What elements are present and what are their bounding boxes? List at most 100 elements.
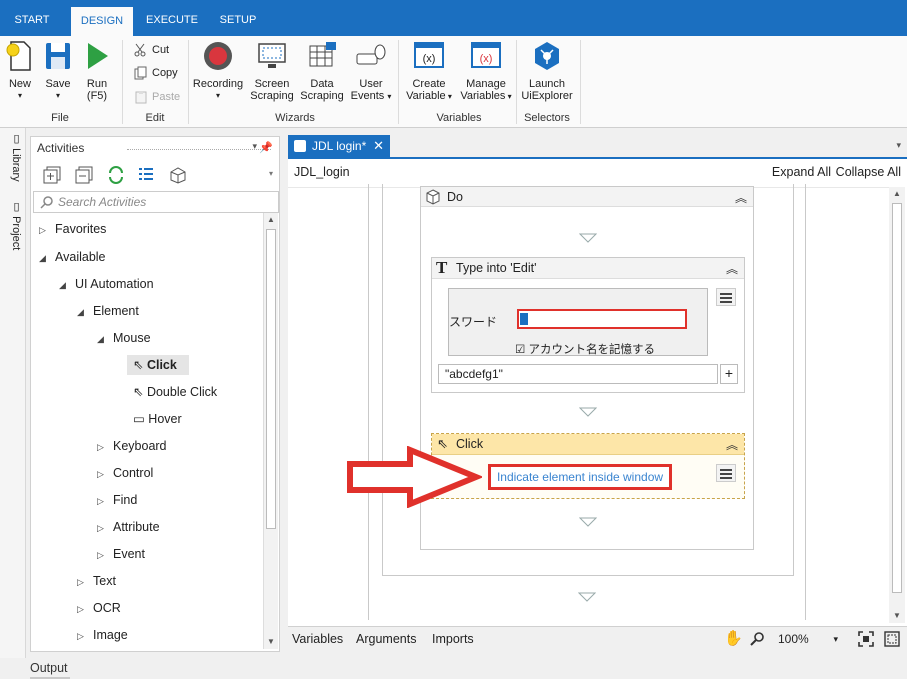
text-value-input[interactable]: "abcdefg1" bbox=[438, 364, 718, 384]
svg-text:(x): (x) bbox=[423, 53, 436, 65]
search-activities-input[interactable]: Search Activities bbox=[33, 191, 279, 213]
tree-node-ocr[interactable]: ▷ OCR bbox=[77, 598, 121, 618]
tab-execute[interactable]: EXECUTE bbox=[140, 6, 204, 36]
tree-node-available[interactable]: ◢ Available bbox=[39, 247, 106, 267]
variables-panel-tab[interactable]: Variables bbox=[292, 632, 343, 646]
flow-arrow-icon bbox=[578, 592, 596, 602]
collapse-chevron-icon[interactable]: ︽ bbox=[726, 436, 738, 453]
scroll-thumb[interactable] bbox=[266, 229, 276, 529]
svg-text:(x): (x) bbox=[480, 53, 493, 65]
tab-design[interactable]: DESIGN bbox=[70, 6, 134, 36]
project-tab[interactable]: ▯ Project bbox=[3, 200, 23, 250]
tree-node-ui-automation[interactable]: ◢ UI Automation bbox=[59, 274, 154, 294]
expand-all-icon[interactable] bbox=[43, 166, 61, 184]
designer-scrollbar[interactable]: ▲ ▼ bbox=[889, 187, 905, 623]
collapse-chevron-icon[interactable]: ︽ bbox=[735, 189, 747, 206]
breadcrumb[interactable]: JDL_login bbox=[294, 165, 350, 179]
tab-start[interactable]: START bbox=[6, 6, 58, 36]
tree-node-favorites[interactable]: ▷ Favorites bbox=[39, 219, 106, 239]
tree-node-attribute[interactable]: ▷ Attribute bbox=[97, 517, 160, 537]
tree-node-mouse[interactable]: ◢ Mouse bbox=[97, 328, 151, 348]
tree-node-image[interactable]: ▷ Image bbox=[77, 625, 128, 645]
save-button[interactable]: Save ▾ bbox=[42, 40, 74, 102]
scroll-up-icon[interactable]: ▲ bbox=[264, 213, 278, 227]
tree-node-find[interactable]: ▷ Find bbox=[97, 490, 137, 510]
zoom-select[interactable]: 100% ▾ bbox=[774, 629, 842, 649]
run-button[interactable]: Run (F5) bbox=[80, 40, 114, 102]
refresh-icon[interactable] bbox=[107, 166, 125, 184]
designer-canvas[interactable]: Do ︽ T Type into 'Edit' ︽ スワード ☑ アカウント名を… bbox=[288, 184, 889, 623]
tree-node-event[interactable]: ▷ Event bbox=[97, 544, 145, 564]
tree-node-text[interactable]: ▷ Text bbox=[77, 571, 116, 591]
copy-button[interactable]: Copy bbox=[134, 65, 178, 81]
manage-variables-label-1: Manage bbox=[466, 78, 506, 90]
add-expression-button[interactable]: + bbox=[720, 364, 738, 384]
user-events-button[interactable]: User Events ▾ bbox=[348, 40, 394, 103]
group-edit-label: Edit bbox=[145, 112, 165, 124]
double-cursor-icon: ⇖ bbox=[133, 385, 147, 399]
options-menu-icon[interactable] bbox=[716, 288, 736, 306]
recording-button[interactable]: Recording ▾ bbox=[192, 40, 244, 102]
tree-node-double-click[interactable]: ⇖ Double Click bbox=[133, 382, 217, 402]
collapse-icon: ◢ bbox=[77, 307, 84, 317]
fit-to-screen-icon[interactable] bbox=[858, 631, 874, 647]
create-variable-label-1: Create bbox=[412, 78, 446, 90]
toolbar-overflow-icon[interactable]: ▾ bbox=[269, 169, 273, 178]
new-button[interactable]: New ▾ bbox=[4, 40, 36, 102]
zoom-magnifier-icon[interactable] bbox=[750, 631, 766, 647]
panel-menu-icon[interactable]: ▾ bbox=[252, 141, 257, 152]
close-icon[interactable]: ✕ bbox=[373, 135, 384, 157]
monitor-icon bbox=[258, 43, 286, 68]
expand-icon: ▷ bbox=[77, 604, 84, 614]
collapse-chevron-icon[interactable]: ︽ bbox=[726, 260, 738, 277]
paste-button[interactable]: Paste bbox=[134, 89, 180, 105]
overview-icon[interactable] bbox=[884, 631, 900, 647]
scroll-down-icon[interactable]: ▼ bbox=[264, 635, 278, 649]
options-menu-icon[interactable] bbox=[716, 464, 736, 482]
output-tab[interactable]: Output bbox=[30, 661, 68, 675]
list-view-icon[interactable] bbox=[137, 166, 155, 184]
activities-scrollbar[interactable]: ▲ ▼ bbox=[263, 213, 278, 649]
screenshot-highlighted-field bbox=[517, 309, 687, 329]
manage-variables-button[interactable]: (x) Manage Variables ▾ bbox=[458, 40, 514, 103]
tree-node-control[interactable]: ▷ Control bbox=[97, 463, 153, 483]
launch-uiexplorer-button[interactable]: Launch UiExplorer bbox=[520, 40, 574, 102]
expand-icon: ▷ bbox=[97, 523, 104, 533]
tree-node-label: Hover bbox=[148, 412, 182, 426]
annotation-arrow-icon bbox=[347, 446, 482, 508]
create-variable-button[interactable]: (x) Create Variable ▾ bbox=[402, 40, 456, 103]
tree-node-keyboard[interactable]: ▷ Keyboard bbox=[97, 436, 167, 456]
screen-scraping-button[interactable]: Screen Scraping bbox=[248, 40, 296, 102]
tree-node-click[interactable]: ⇖ Click bbox=[127, 355, 189, 375]
data-scraping-button[interactable]: Data Scraping bbox=[298, 40, 346, 102]
tab-jdl-login[interactable]: JDL login* ✕ bbox=[288, 135, 390, 157]
collapse-all-link[interactable]: Collapse All bbox=[836, 165, 901, 179]
paste-icon bbox=[135, 91, 147, 104]
tree-node-element[interactable]: ◢ Element bbox=[77, 301, 139, 321]
indicate-element-link[interactable]: Indicate element inside window bbox=[488, 464, 672, 490]
pan-hand-icon[interactable]: ✋ bbox=[724, 629, 743, 647]
target-screenshot: スワード ☑ アカウント名を記憶する bbox=[448, 288, 708, 356]
expand-icon: ▷ bbox=[97, 469, 104, 479]
tree-node-label: Keyboard bbox=[113, 439, 167, 453]
scroll-thumb[interactable] bbox=[892, 203, 902, 593]
cut-button[interactable]: Cut bbox=[134, 42, 169, 58]
package-icon[interactable] bbox=[169, 166, 187, 184]
collapse-all-icon[interactable] bbox=[75, 166, 93, 184]
tab-setup[interactable]: SETUP bbox=[212, 6, 264, 36]
run-play-icon bbox=[88, 43, 108, 69]
tab-list-icon[interactable]: ▾ bbox=[896, 140, 901, 151]
type-into-activity[interactable]: T Type into 'Edit' ︽ スワード ☑ アカウント名を記憶する … bbox=[431, 257, 745, 393]
output-panel-bar: Output bbox=[0, 658, 907, 679]
scroll-down-icon[interactable]: ▼ bbox=[890, 609, 904, 623]
imports-panel-tab[interactable]: Imports bbox=[432, 632, 474, 646]
scroll-up-icon[interactable]: ▲ bbox=[890, 187, 904, 201]
paste-label: Paste bbox=[152, 91, 181, 103]
pin-icon[interactable]: 📌 bbox=[259, 141, 273, 154]
tree-node-hover[interactable]: ▭ Hover bbox=[133, 409, 182, 429]
activities-toolbar: ▾ bbox=[31, 163, 279, 189]
library-label: Library bbox=[10, 148, 22, 182]
library-tab[interactable]: ▯ Library bbox=[3, 132, 23, 182]
expand-all-link[interactable]: Expand All bbox=[772, 165, 831, 179]
arguments-panel-tab[interactable]: Arguments bbox=[356, 632, 416, 646]
